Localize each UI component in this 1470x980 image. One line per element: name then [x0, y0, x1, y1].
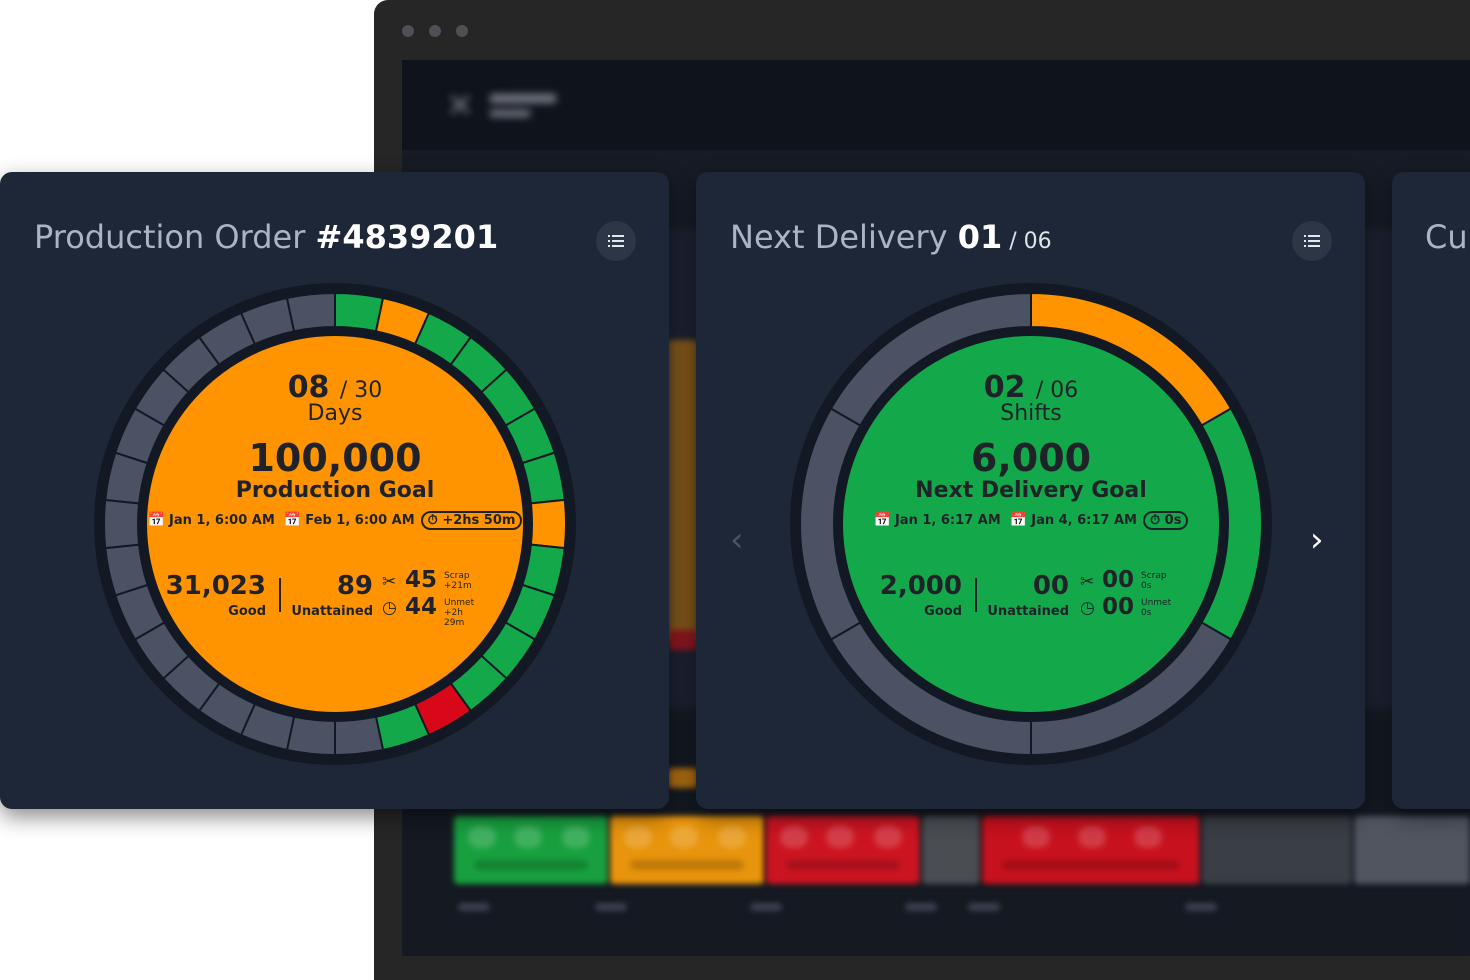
period-total: / 30 — [339, 378, 383, 403]
background-bar — [668, 340, 698, 640]
background-bar — [668, 768, 698, 788]
good-value: 2,000 — [879, 571, 962, 601]
third-card-title: Cu — [1425, 218, 1468, 256]
timeline-tile — [610, 816, 764, 884]
delay-badge: ⏱ 0s — [1143, 511, 1189, 530]
period-value: 02 — [983, 370, 1026, 405]
scrap-icon: ✂ — [1080, 572, 1095, 592]
scrap-icon: ✂ — [382, 572, 397, 592]
unattained-value: 89 — [336, 571, 373, 601]
app-header: ✕ — [402, 60, 1470, 150]
gauge-segment-gray — [285, 715, 336, 757]
timeline-tile — [1202, 816, 1352, 884]
next-delivery-menu-button[interactable] — [1292, 221, 1332, 261]
period-unit: Days — [307, 401, 363, 426]
good-label: Good — [228, 604, 266, 619]
window-dot-minimize[interactable] — [429, 25, 441, 37]
goal-label: Production Goal — [235, 478, 435, 503]
scrap-value: 00 — [1102, 567, 1135, 593]
timeline-tile — [454, 816, 608, 884]
production-order-menu-button[interactable] — [596, 221, 636, 261]
calendar-start-icon: 📅 — [147, 512, 166, 528]
clock-icon: ◷ — [382, 598, 397, 618]
delay-badge: ⏱ +2hs 50m — [420, 511, 523, 530]
end-date: Jan 4, 6:17 AM — [1031, 513, 1137, 528]
period-unit: Shifts — [1000, 401, 1062, 426]
third-card — [1392, 172, 1470, 809]
gauge-segment-gray — [285, 291, 336, 333]
period-value: 08 — [287, 370, 330, 405]
next-delivery-title: Next Delivery 01 / 06 — [730, 218, 1052, 256]
gauge-segment-orange — [529, 498, 568, 550]
chevron-right-icon[interactable]: › — [1310, 523, 1324, 557]
gauge-segment-gray — [103, 498, 141, 550]
timer-icon: ⏱ — [1150, 513, 1161, 528]
period-total: / 06 — [1035, 378, 1079, 403]
unattained-label: Unattained — [291, 604, 373, 619]
timeline-tile — [982, 816, 1200, 884]
scrap-note: Scrap +21m — [444, 571, 472, 591]
start-date: Jan 1, 6:17 AM — [894, 513, 1001, 528]
scrap-note: Scrap 0s — [1141, 571, 1167, 591]
unattained-value: 00 — [1032, 571, 1069, 601]
gauge-segment-green — [334, 291, 385, 333]
end-date: Feb 1, 6:00 AM — [305, 513, 415, 528]
clock-icon: ◷ — [1080, 598, 1095, 618]
timeline-tile — [922, 816, 980, 884]
timeline-tile — [1354, 816, 1470, 884]
logo-mark-icon: ✕ — [445, 86, 475, 126]
goal-value: 6,000 — [970, 436, 1092, 480]
gauge-segment-gray — [334, 715, 385, 757]
unmet-note: Unmet +2h 29m — [444, 598, 475, 628]
unattained-label: Unattained — [987, 604, 1069, 619]
window-dot-close[interactable] — [402, 25, 414, 37]
app-logo: ✕ — [440, 86, 558, 126]
unmet-value: 44 — [405, 594, 438, 620]
calendar-start-icon: 📅 — [873, 512, 891, 528]
production-order-title: Production Order #4839201 — [34, 218, 499, 256]
calendar-end-icon: 📅 — [283, 512, 302, 528]
calendar-end-icon: 📅 — [1009, 512, 1028, 528]
start-date: Jan 1, 6:00 AM — [169, 513, 275, 528]
window-dot-maximize[interactable] — [456, 25, 468, 37]
good-value: 31,023 — [165, 571, 266, 601]
timeline-tile — [766, 816, 920, 884]
goal-label: Next Delivery Goal — [915, 478, 1147, 503]
next-delivery-center: 02 / 06 Shifts 6,000 Next Delivery Goal … — [831, 370, 1231, 530]
chevron-left-icon[interactable]: ‹ — [730, 523, 744, 557]
background-bar — [668, 630, 698, 650]
goal-value: 100,000 — [248, 436, 422, 480]
unmet-note: Unmet 0s — [1141, 598, 1172, 618]
unmet-value: 00 — [1102, 594, 1135, 620]
scrap-value: 45 — [405, 567, 438, 593]
good-label: Good — [924, 604, 962, 619]
production-order-center: 08 / 30 Days 100,000 Production Goal 📅 Ja… — [135, 370, 535, 530]
timer-icon: ⏱ — [427, 513, 438, 528]
